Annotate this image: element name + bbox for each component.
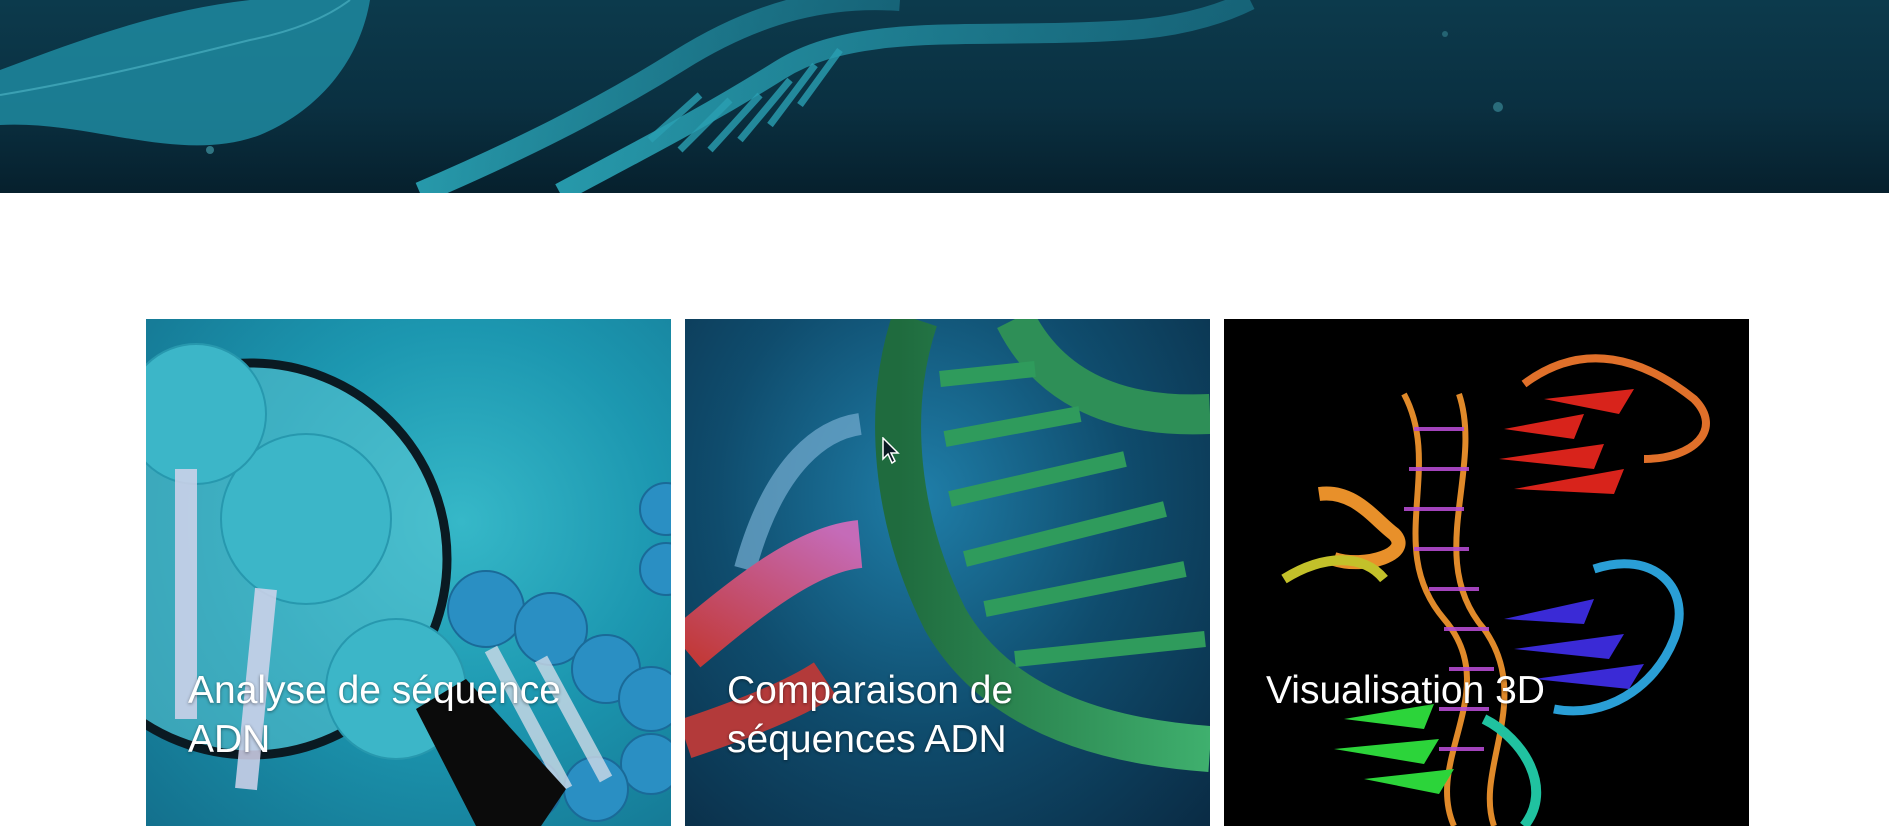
card-sequence-analysis[interactable]: Analyse de séquence ADN	[146, 319, 671, 826]
card-title: Analyse de séquence ADN	[188, 669, 561, 761]
tools-grid: Analyse de séquence ADN Comparaison de s…	[0, 0, 1889, 826]
mouse-cursor-icon	[882, 437, 900, 465]
protein-dna-structure-image	[1281, 354, 1710, 826]
card-3d-visualisation[interactable]: Visualisation 3D	[1224, 319, 1749, 826]
card-title: Comparaison de séquences ADN	[727, 669, 1014, 761]
card-sequence-comparison[interactable]: Comparaison de séquences ADN	[685, 319, 1210, 826]
card-title: Visualisation 3D	[1266, 669, 1545, 712]
